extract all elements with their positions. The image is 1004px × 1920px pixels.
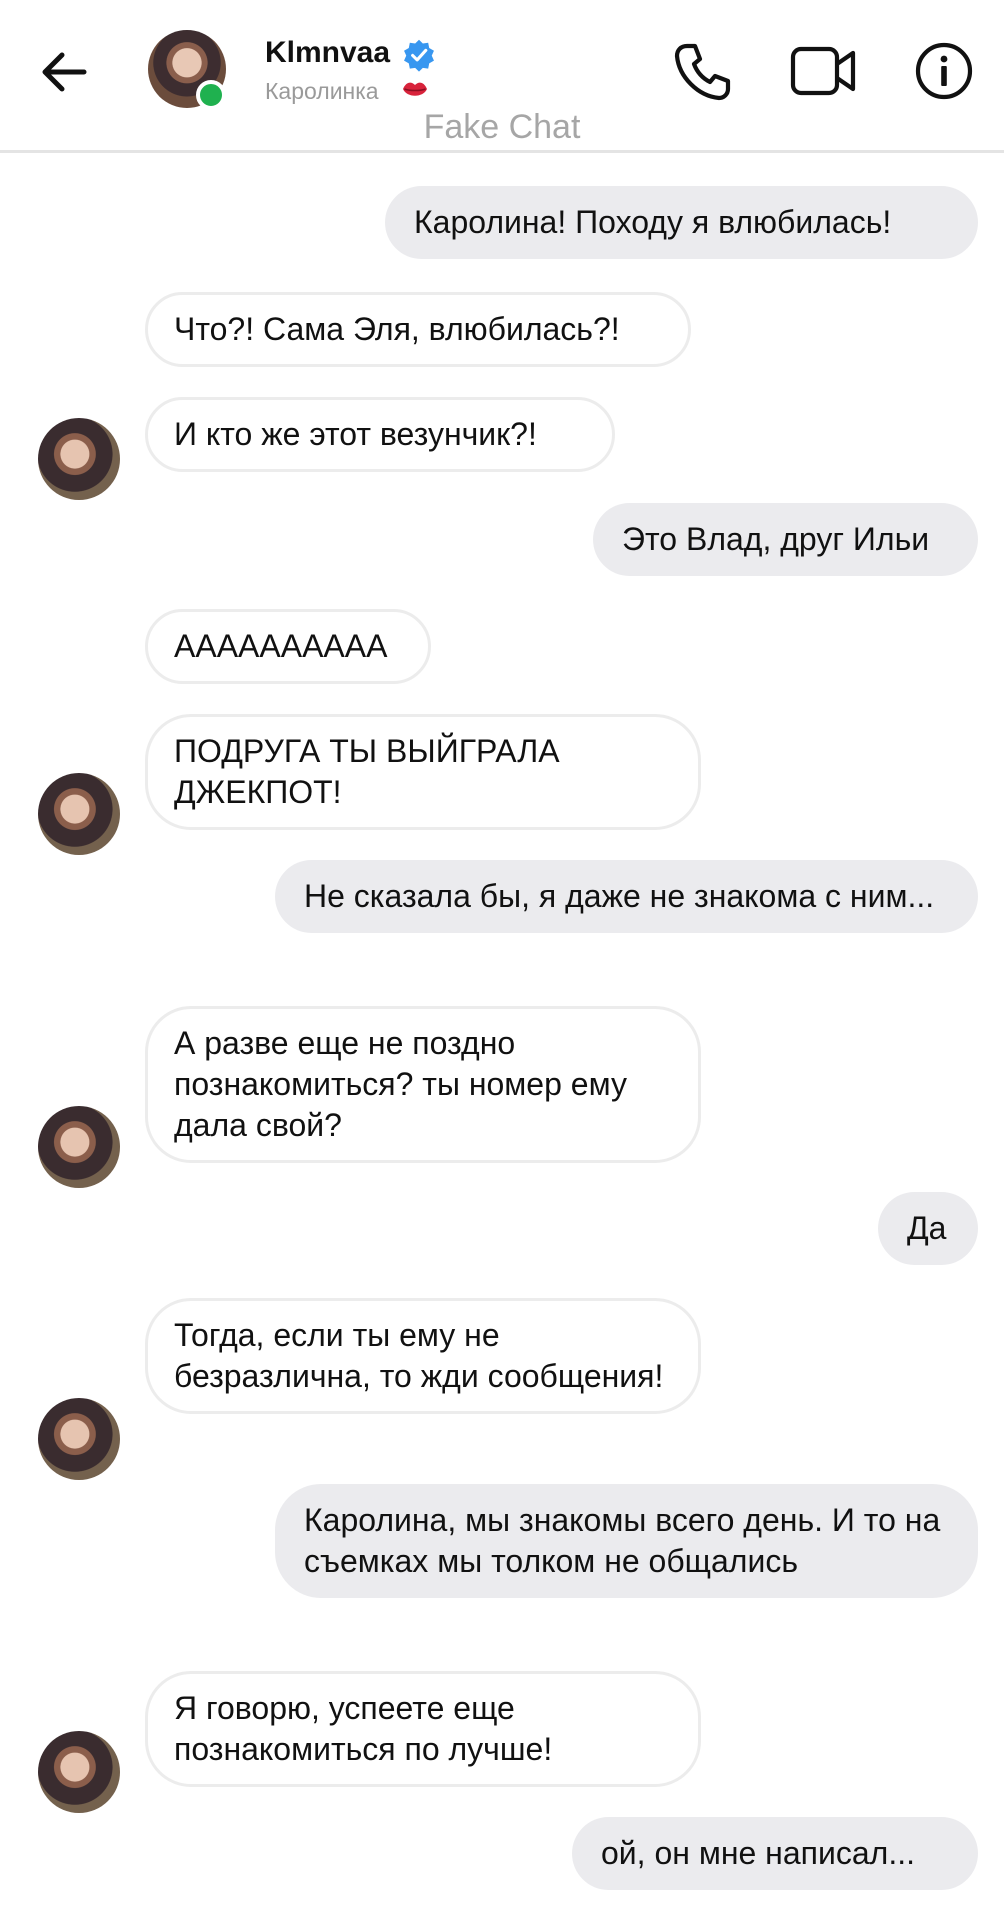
- contact-name[interactable]: Klmnvaa: [265, 36, 390, 70]
- sent-message-bubble[interactable]: Это Влад, друг Ильи: [593, 503, 978, 576]
- contact-avatar[interactable]: [38, 773, 120, 855]
- phone-call-icon[interactable]: [673, 40, 733, 102]
- sent-message-bubble[interactable]: Не сказала бы, я даже не знакома с ним..…: [275, 860, 978, 933]
- received-message-bubble[interactable]: И кто же этот везунчик?!: [145, 397, 615, 472]
- received-message-bubble[interactable]: АААААААААА: [145, 609, 431, 684]
- chat-header: Klmnvaa Каролинка Fake Chat: [0, 0, 1004, 153]
- received-message-bubble[interactable]: ПОДРУГА ТЫ ВЫЙГРАЛА ДЖЕКПОТ!: [145, 714, 701, 830]
- sent-message-bubble[interactable]: ой, он мне написал...: [572, 1817, 978, 1890]
- received-message-bubble[interactable]: Я говорю, успеете еще познакомиться по л…: [145, 1671, 701, 1787]
- verified-badge-icon: [404, 39, 434, 72]
- contact-avatar[interactable]: [38, 418, 120, 500]
- sent-message-bubble[interactable]: Каролина! Походу я влюбилась!: [385, 186, 978, 259]
- lips-icon: [403, 82, 427, 96]
- contact-avatar[interactable]: [38, 1106, 120, 1188]
- contact-avatar[interactable]: [38, 1731, 120, 1813]
- contact-subtitle: Каролинка: [265, 78, 379, 104]
- received-message-bubble[interactable]: Что?! Сама Эля, влюбилась?!: [145, 292, 691, 367]
- online-status-dot: [196, 80, 226, 110]
- received-message-bubble[interactable]: А разве еще не поздно познакомиться? ты …: [145, 1006, 701, 1163]
- contact-avatar[interactable]: [38, 1398, 120, 1480]
- sent-message-bubble[interactable]: Каролина, мы знакомы всего день. И то на…: [275, 1484, 978, 1598]
- received-message-bubble[interactable]: Тогда, если ты ему не безразлична, то жд…: [145, 1298, 701, 1414]
- back-arrow-icon[interactable]: [38, 46, 90, 98]
- sent-message-bubble[interactable]: Да: [878, 1192, 978, 1265]
- watermark-label: Fake Chat: [423, 108, 581, 146]
- video-call-icon[interactable]: [790, 45, 856, 97]
- info-icon[interactable]: [915, 42, 973, 100]
